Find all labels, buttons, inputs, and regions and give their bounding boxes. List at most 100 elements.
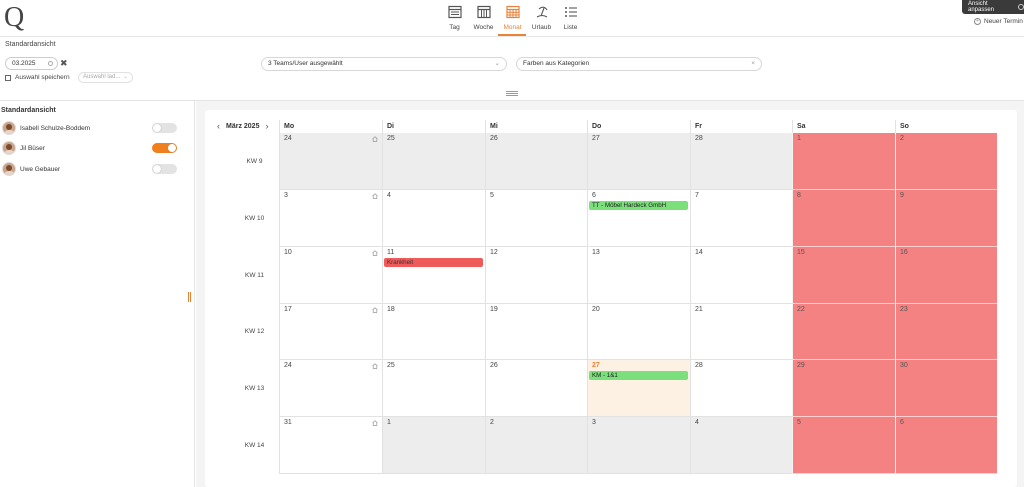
weekday-header-mi: Mi xyxy=(485,120,587,133)
day-number: 25 xyxy=(387,135,395,142)
view-tab-list[interactable]: Liste xyxy=(556,4,585,34)
day-cell[interactable]: 27 xyxy=(587,133,690,190)
day-cell[interactable]: 1 xyxy=(382,417,485,474)
new-appointment-label: Neuer Termin xyxy=(984,18,1023,25)
day-number: 22 xyxy=(797,306,805,313)
day-cell[interactable]: 17 xyxy=(279,304,382,360)
day-number: 5 xyxy=(797,419,801,426)
sidebar-resize-handle[interactable] xyxy=(188,292,191,302)
day-cell[interactable]: 27 KM - 1&1 xyxy=(587,360,690,417)
day-cell[interactable]: 28 xyxy=(690,360,792,417)
color-source-select[interactable]: Farben aus Kategorien × xyxy=(516,57,762,71)
clear-icon[interactable]: × xyxy=(751,58,755,70)
next-month-icon[interactable]: › xyxy=(265,121,268,131)
app-logo[interactable]: Q xyxy=(4,4,24,32)
day-number: 4 xyxy=(387,192,391,199)
user-visibility-toggle[interactable] xyxy=(152,164,177,174)
day-cell[interactable]: 1 xyxy=(792,133,895,190)
month-date-input[interactable]: 03.2025 xyxy=(5,57,58,70)
day-cell[interactable]: 23 xyxy=(895,304,997,360)
day-cell[interactable]: 21 xyxy=(690,304,792,360)
home-icon[interactable] xyxy=(372,136,378,142)
view-tab-vacation[interactable]: Urlaub xyxy=(527,4,556,34)
day-cell[interactable]: 30 xyxy=(895,360,997,417)
day-cell[interactable]: 9 xyxy=(895,190,997,247)
day-cell[interactable]: 4 xyxy=(690,417,792,474)
view-tab-week[interactable]: Woche xyxy=(469,4,498,34)
day-cell[interactable]: 26 xyxy=(485,360,587,417)
view-tab-day[interactable]: Tag xyxy=(440,4,469,34)
day-cell[interactable]: 3 xyxy=(279,190,382,247)
day-cell[interactable]: 25 xyxy=(382,360,485,417)
home-icon[interactable] xyxy=(372,420,378,426)
toggle-knob xyxy=(153,165,161,173)
weekday-header-sa: Sa xyxy=(792,120,895,133)
user-visibility-toggle[interactable] xyxy=(152,123,177,133)
sidebar-user-uwe[interactable]: Uwe Gebauer xyxy=(2,162,182,176)
day-cell[interactable]: 2 xyxy=(895,133,997,190)
day-cell[interactable]: 14 xyxy=(690,247,792,304)
toggle-knob xyxy=(153,124,161,132)
day-cell[interactable]: 10 xyxy=(279,247,382,304)
day-number: 28 xyxy=(695,362,703,369)
day-cell[interactable]: 18 xyxy=(382,304,485,360)
day-number: 27 xyxy=(592,135,600,142)
toggle-knob xyxy=(168,144,176,152)
view-title: Standardansicht xyxy=(5,41,56,48)
new-appointment-button[interactable]: + Neuer Termin xyxy=(974,18,1023,25)
chevron-down-icon: ⌄ xyxy=(122,74,128,80)
view-tab-month[interactable]: Monat xyxy=(498,4,527,34)
previous-month-icon[interactable]: ‹ xyxy=(217,121,220,131)
day-cell[interactable]: 20 xyxy=(587,304,690,360)
day-number: 28 xyxy=(695,135,703,142)
day-cell[interactable]: 6 xyxy=(895,417,997,474)
day-cell[interactable]: 5 xyxy=(792,417,895,474)
day-cell[interactable]: 7 xyxy=(690,190,792,247)
day-cell[interactable]: 28 xyxy=(690,133,792,190)
home-icon[interactable] xyxy=(372,250,378,256)
filter-collapse-handle[interactable] xyxy=(506,91,518,96)
customize-view-tooltip[interactable]: Ansicht anpassen xyxy=(962,0,1024,14)
day-cell[interactable]: 16 xyxy=(895,247,997,304)
day-cell[interactable]: 8 xyxy=(792,190,895,247)
month-navigation: ‹ März 2025 › xyxy=(217,121,268,131)
day-cell[interactable]: 2 xyxy=(485,417,587,474)
clear-filter-icon[interactable]: ✖ xyxy=(60,58,68,68)
load-selection-select[interactable]: Auswahl lad... ⌄ xyxy=(78,72,133,83)
day-cell[interactable]: 13 xyxy=(587,247,690,304)
day-cell[interactable]: 5 xyxy=(485,190,587,247)
sidebar-user-jil[interactable]: Jil Büser xyxy=(2,141,182,155)
day-cell[interactable]: 6 TT - Möbel Hardeck GmbH xyxy=(587,190,690,247)
day-cell[interactable]: 11 Krankheit xyxy=(382,247,485,304)
day-cell[interactable]: 12 xyxy=(485,247,587,304)
day-number: 24 xyxy=(284,135,292,142)
home-icon[interactable] xyxy=(372,193,378,199)
day-cell[interactable]: 26 xyxy=(485,133,587,190)
user-name: Jil Büser xyxy=(20,144,45,152)
day-cell[interactable]: 19 xyxy=(485,304,587,360)
day-cell[interactable]: 29 xyxy=(792,360,895,417)
user-visibility-toggle[interactable] xyxy=(152,143,177,153)
day-cell[interactable]: 24 xyxy=(279,360,382,417)
day-cell[interactable]: 3 xyxy=(587,417,690,474)
sidebar-user-isabell[interactable]: Isabell Schulze-Boddem xyxy=(2,121,182,135)
save-selection-button[interactable]: Auswahl speichern xyxy=(5,74,70,81)
day-cell[interactable]: 15 xyxy=(792,247,895,304)
home-icon[interactable] xyxy=(372,307,378,313)
view-tab-week-label: Woche xyxy=(473,24,494,31)
calendar-picker-icon[interactable] xyxy=(48,61,53,66)
team-user-select[interactable]: 3 Teams/User ausgewählt ⌄ xyxy=(261,57,507,71)
day-number: 12 xyxy=(490,249,498,256)
week-number-label: KW 9 xyxy=(246,157,263,165)
view-tab-vacation-label: Urlaub xyxy=(531,24,552,31)
calendar-event[interactable]: KM - 1&1 xyxy=(589,371,688,380)
day-cell[interactable]: 31 xyxy=(279,417,382,474)
day-cell[interactable]: 24 xyxy=(279,133,382,190)
calendar-event[interactable]: Krankheit xyxy=(384,258,483,267)
day-number: 26 xyxy=(490,135,498,142)
day-cell[interactable]: 25 xyxy=(382,133,485,190)
day-cell[interactable]: 4 xyxy=(382,190,485,247)
day-cell[interactable]: 22 xyxy=(792,304,895,360)
calendar-event[interactable]: TT - Möbel Hardeck GmbH xyxy=(589,201,688,210)
home-icon[interactable] xyxy=(372,363,378,369)
